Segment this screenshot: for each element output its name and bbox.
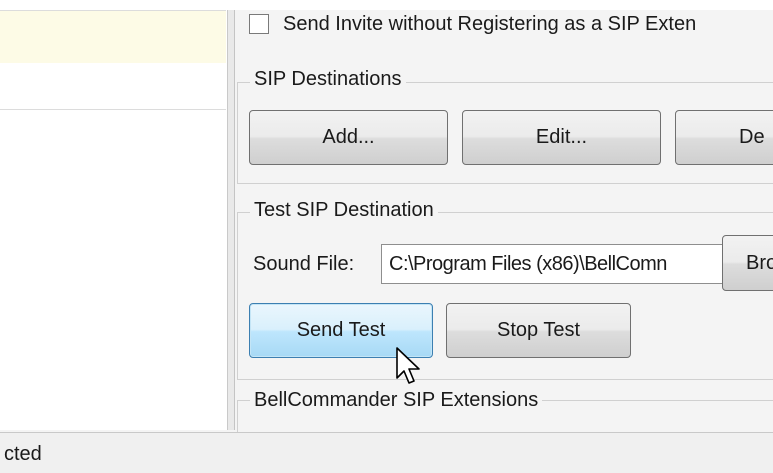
status-bar: cted — [0, 432, 773, 473]
sound-file-label: Sound File: — [253, 253, 355, 275]
test-sip-destination-title: Test SIP Destination — [250, 199, 438, 222]
delete-destination-label: De — [739, 126, 765, 148]
browse-sound-file-button[interactable]: Bro — [722, 235, 773, 291]
list-item[interactable] — [0, 63, 226, 110]
status-text: cted — [4, 443, 42, 465]
edit-destination-button[interactable]: Edit... — [462, 110, 661, 165]
stop-test-button[interactable]: Stop Test — [446, 303, 631, 358]
application-window: Send Invite without Registering as a SIP… — [0, 0, 773, 473]
browse-button-label: Bro — [746, 251, 773, 274]
send-invite-checkbox-label: Send Invite without Registering as a SIP… — [283, 12, 697, 35]
top-strip — [0, 0, 773, 10]
mouse-pointer-icon — [396, 347, 420, 384]
list-item-selected[interactable] — [0, 10, 226, 64]
delete-destination-button[interactable]: De — [675, 110, 773, 165]
sound-file-input[interactable]: C:\Program Files (x86)\BellComn — [381, 244, 726, 284]
send-invite-checkbox[interactable] — [249, 14, 269, 34]
add-destination-button[interactable]: Add... — [249, 110, 448, 165]
sip-destinations-title: SIP Destinations — [250, 68, 406, 91]
send-invite-option[interactable]: Send Invite without Registering as a SIP… — [249, 10, 696, 38]
sip-extensions-title: BellCommander SIP Extensions — [250, 389, 543, 412]
panel-splitter[interactable] — [228, 10, 235, 430]
